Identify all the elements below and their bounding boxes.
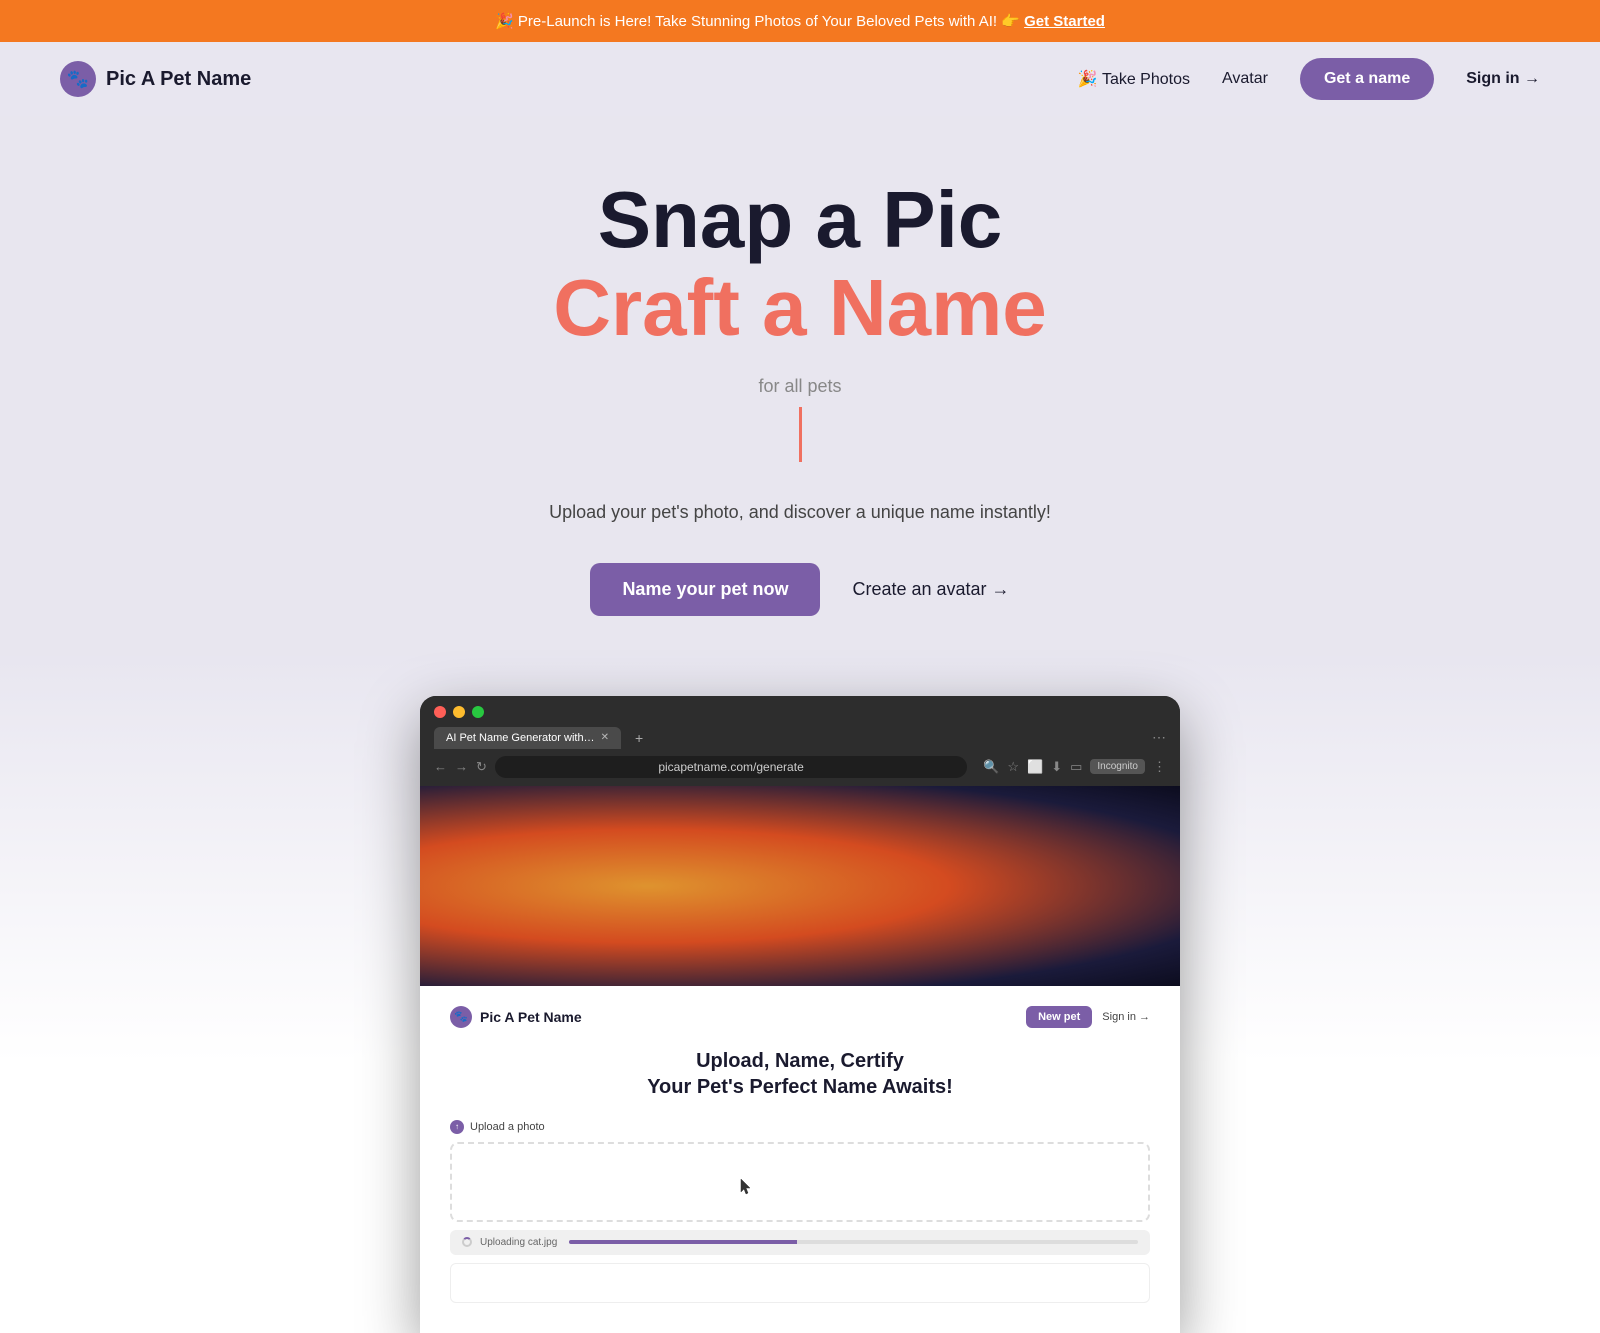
menu-icon[interactable]: ⋮ bbox=[1153, 759, 1166, 775]
wallpaper bbox=[420, 786, 1180, 986]
hero-buttons: Name your pet now Create an avatar → bbox=[20, 563, 1580, 616]
get-name-button[interactable]: Get a name bbox=[1300, 58, 1434, 100]
inner-logo-icon: 🐾 bbox=[450, 1006, 472, 1028]
upload-label: ↑ Upload a photo bbox=[450, 1120, 1150, 1134]
back-button[interactable]: ← bbox=[434, 759, 447, 774]
inner-nav: 🐾 Pic A Pet Name New pet Sign in → bbox=[450, 1006, 1150, 1028]
tab-bar: AI Pet Name Generator with… ✕ + ⋯ bbox=[434, 726, 1166, 750]
inner-logo-text: Pic A Pet Name bbox=[480, 1009, 582, 1025]
url-text: picapetname.com/generate bbox=[658, 760, 803, 774]
nav-take-photos[interactable]: 🎉 Take Photos bbox=[1078, 69, 1190, 89]
progress-fill-inner bbox=[569, 1240, 796, 1244]
hero-line2: Craft a Name bbox=[20, 264, 1580, 352]
hero-subtitle: for all pets bbox=[20, 376, 1580, 397]
inner-logo: 🐾 Pic A Pet Name bbox=[450, 1006, 582, 1028]
star-icon[interactable]: ☆ bbox=[1007, 759, 1019, 775]
incognito-badge: Incognito bbox=[1090, 759, 1145, 774]
create-avatar-button[interactable]: Create an avatar → bbox=[852, 579, 1009, 600]
inner-nav-right: New pet Sign in → bbox=[1026, 1006, 1150, 1028]
new-tab-button[interactable]: + bbox=[627, 726, 651, 750]
inner-new-pet-button[interactable]: New pet bbox=[1026, 1006, 1092, 1028]
main-nav: 🐾 Pic A Pet Name 🎉 Take Photos Avatar Ge… bbox=[0, 42, 1600, 116]
zoom-icon[interactable]: 🔍 bbox=[983, 759, 999, 775]
banner-link[interactable]: Get Started bbox=[1024, 13, 1105, 30]
tab-label: AI Pet Name Generator with… bbox=[446, 732, 595, 744]
mockup-section: AI Pet Name Generator with… ✕ + ⋯ ← → ↻ … bbox=[0, 656, 1600, 1333]
progress-spinner bbox=[462, 1237, 472, 1247]
promo-banner: 🎉 Pre-Launch is Here! Take Stunning Phot… bbox=[0, 0, 1600, 42]
signin-link[interactable]: Sign in → bbox=[1466, 70, 1540, 88]
inner-heading: Upload, Name, Certify Your Pet's Perfect… bbox=[450, 1048, 1150, 1100]
address-bar: ← → ↻ picapetname.com/generate 🔍 ☆ ⬜ ⬇ ▭… bbox=[434, 756, 1166, 778]
reload-button[interactable]: ↻ bbox=[476, 759, 487, 775]
inner-heading-line1: Upload, Name, Certify bbox=[696, 1050, 904, 1072]
share-icon[interactable]: ⬜ bbox=[1027, 759, 1043, 775]
hero-description: Upload your pet's photo, and discover a … bbox=[20, 498, 1580, 527]
hero-line1: Snap a Pic bbox=[598, 175, 1003, 264]
forward-button[interactable]: → bbox=[455, 759, 468, 774]
dot-minimize[interactable] bbox=[453, 706, 465, 718]
url-bar[interactable]: picapetname.com/generate bbox=[495, 756, 967, 778]
download-icon[interactable]: ⬇ bbox=[1051, 759, 1062, 775]
cursor-pointer bbox=[740, 1178, 748, 1186]
nav-logo[interactable]: 🐾 Pic A Pet Name bbox=[60, 61, 251, 97]
inner-page: 🐾 Pic A Pet Name New pet Sign in → Uploa… bbox=[420, 986, 1180, 1333]
upload-section: ↑ Upload a photo Uploading cat.jpg bbox=[450, 1120, 1150, 1303]
browser-chrome: AI Pet Name Generator with… ✕ + ⋯ ← → ↻ … bbox=[420, 696, 1180, 786]
nav-right: 🎉 Take Photos Avatar Get a name Sign in … bbox=[1078, 58, 1540, 100]
inner-hero: Upload, Name, Certify Your Pet's Perfect… bbox=[450, 1048, 1150, 1100]
progress-fill bbox=[569, 1240, 1138, 1244]
nav-avatar[interactable]: Avatar bbox=[1222, 70, 1268, 88]
cursor-blink bbox=[799, 407, 802, 462]
browser-frame: AI Pet Name Generator with… ✕ + ⋯ ← → ↻ … bbox=[420, 696, 1180, 1333]
browser-action-icons: 🔍 ☆ ⬜ ⬇ ▭ Incognito ⋮ bbox=[983, 759, 1166, 775]
wallpaper-gradient bbox=[420, 786, 1180, 986]
cast-icon[interactable]: ▭ bbox=[1070, 759, 1082, 775]
inner-signin-button[interactable]: Sign in → bbox=[1102, 1011, 1150, 1023]
upload-icon: ↑ bbox=[450, 1120, 464, 1134]
dot-maximize[interactable] bbox=[472, 706, 484, 718]
upload-progress-bar: Uploading cat.jpg bbox=[450, 1230, 1150, 1255]
banner-text: 🎉 Pre-Launch is Here! Take Stunning Phot… bbox=[495, 13, 1024, 30]
browser-dots bbox=[434, 706, 1166, 718]
upload-status-text: Uploading cat.jpg bbox=[480, 1237, 557, 1248]
active-tab[interactable]: AI Pet Name Generator with… ✕ bbox=[434, 727, 621, 749]
upload-label-text: Upload a photo bbox=[470, 1121, 545, 1133]
tab-menu-icon[interactable]: ⋯ bbox=[1152, 729, 1166, 746]
inner-heading-line2: Your Pet's Perfect Name Awaits! bbox=[647, 1076, 953, 1098]
name-pet-button[interactable]: Name your pet now bbox=[590, 563, 820, 616]
tab-close-icon[interactable]: ✕ bbox=[601, 732, 609, 743]
upload-dropzone[interactable] bbox=[450, 1142, 1150, 1222]
logo-icon: 🐾 bbox=[60, 61, 96, 97]
dot-close[interactable] bbox=[434, 706, 446, 718]
logo-text: Pic A Pet Name bbox=[106, 68, 251, 91]
hero-heading: Snap a Pic Craft a Name bbox=[20, 176, 1580, 352]
result-placeholder bbox=[450, 1263, 1150, 1303]
hero-section: Snap a Pic Craft a Name for all pets Upl… bbox=[0, 116, 1600, 656]
